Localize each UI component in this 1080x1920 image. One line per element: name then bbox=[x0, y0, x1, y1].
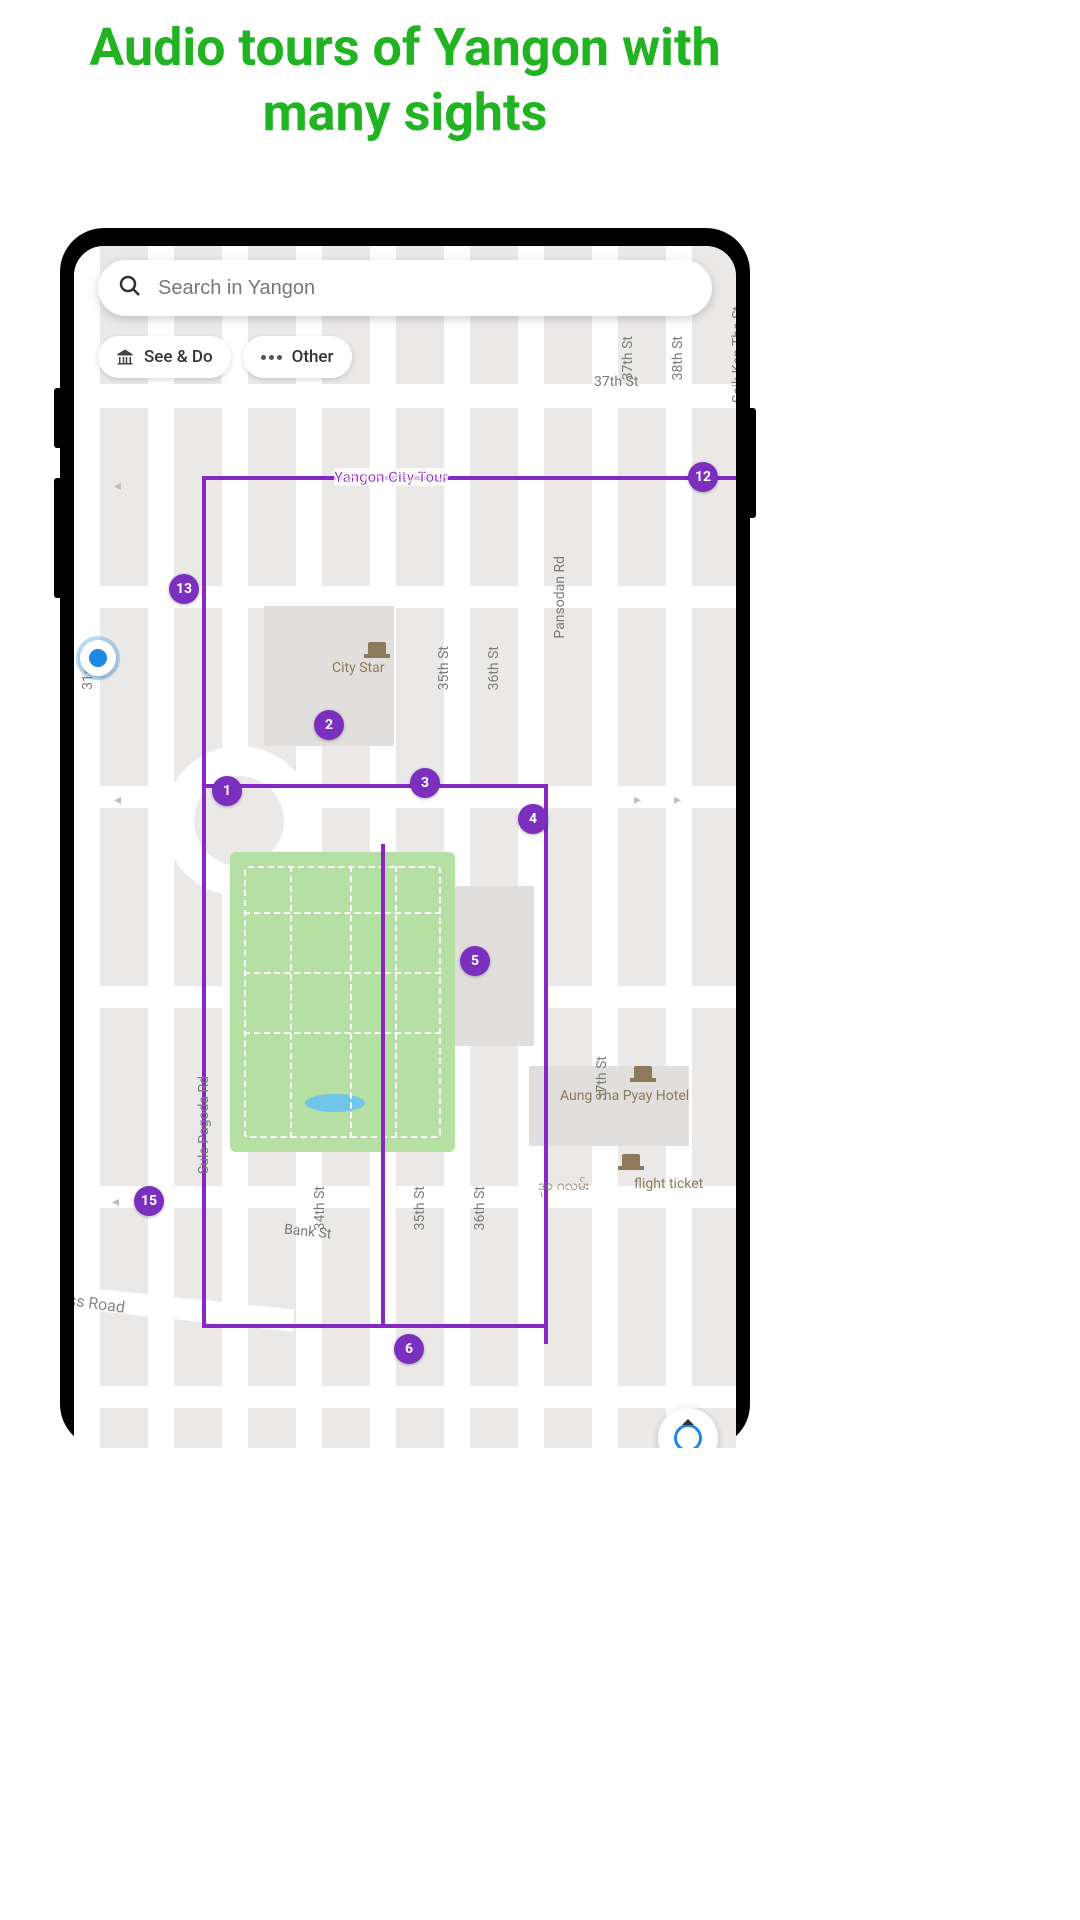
poi-marker-5[interactable]: 5 bbox=[460, 946, 490, 976]
chip-other[interactable]: Other bbox=[243, 336, 352, 378]
map-poi-label: flight ticket bbox=[634, 1176, 703, 1192]
park bbox=[230, 852, 455, 1152]
poi-marker-12[interactable]: 12 bbox=[688, 462, 718, 492]
hotel-icon bbox=[622, 1154, 640, 1168]
street-label: 35th St bbox=[412, 1186, 428, 1230]
route-label: Yangon City Tour bbox=[334, 468, 448, 486]
poi-marker-2[interactable]: 2 bbox=[314, 710, 344, 740]
phone-frame: Yangon City Tour 31st St35th St36th StPa… bbox=[60, 228, 750, 1448]
street-label: 36th St bbox=[472, 1186, 488, 1230]
poi-marker-3[interactable]: 3 bbox=[410, 768, 440, 798]
search-bar[interactable] bbox=[98, 260, 712, 316]
hotel-icon bbox=[634, 1066, 652, 1080]
chip-label: See & Do bbox=[144, 347, 213, 367]
poi-marker-1[interactable]: 1 bbox=[212, 776, 242, 806]
phone-screen: Yangon City Tour 31st St35th St36th StPa… bbox=[74, 246, 736, 1448]
search-icon bbox=[118, 274, 142, 302]
street-label: Pansodan Rd bbox=[552, 556, 568, 639]
street-label: 35th St bbox=[436, 646, 452, 690]
poi-marker-15[interactable]: 15 bbox=[134, 1186, 164, 1216]
street-label: 37th St bbox=[594, 374, 638, 390]
map-poi-label: ဒု၀ ဂလမ်း bbox=[538, 1176, 589, 1197]
map-poi-label: Aung Tha Pyay Hotel bbox=[560, 1088, 689, 1104]
street-label: 38th St bbox=[670, 336, 686, 380]
street-label: Sule Pagoda Rd bbox=[196, 1076, 212, 1174]
poi-marker-13[interactable]: 13 bbox=[169, 574, 199, 604]
chip-label: Other bbox=[292, 347, 334, 367]
chip-see-and-do[interactable]: See & Do bbox=[98, 336, 231, 378]
map-poi-label: City Star bbox=[332, 660, 384, 676]
poi-marker-4[interactable]: 4 bbox=[518, 804, 548, 834]
street-label: Seik Kan Tha St bbox=[730, 306, 736, 403]
museum-icon bbox=[116, 348, 134, 366]
poi-marker-6[interactable]: 6 bbox=[394, 1334, 424, 1364]
search-input[interactable] bbox=[158, 277, 692, 300]
street-label: 36th St bbox=[486, 646, 502, 690]
user-location-marker bbox=[80, 640, 116, 676]
more-icon bbox=[261, 355, 282, 360]
promo-headline: Audio tours of Yangon with many sights bbox=[0, 0, 810, 165]
hotel-icon bbox=[368, 642, 386, 656]
